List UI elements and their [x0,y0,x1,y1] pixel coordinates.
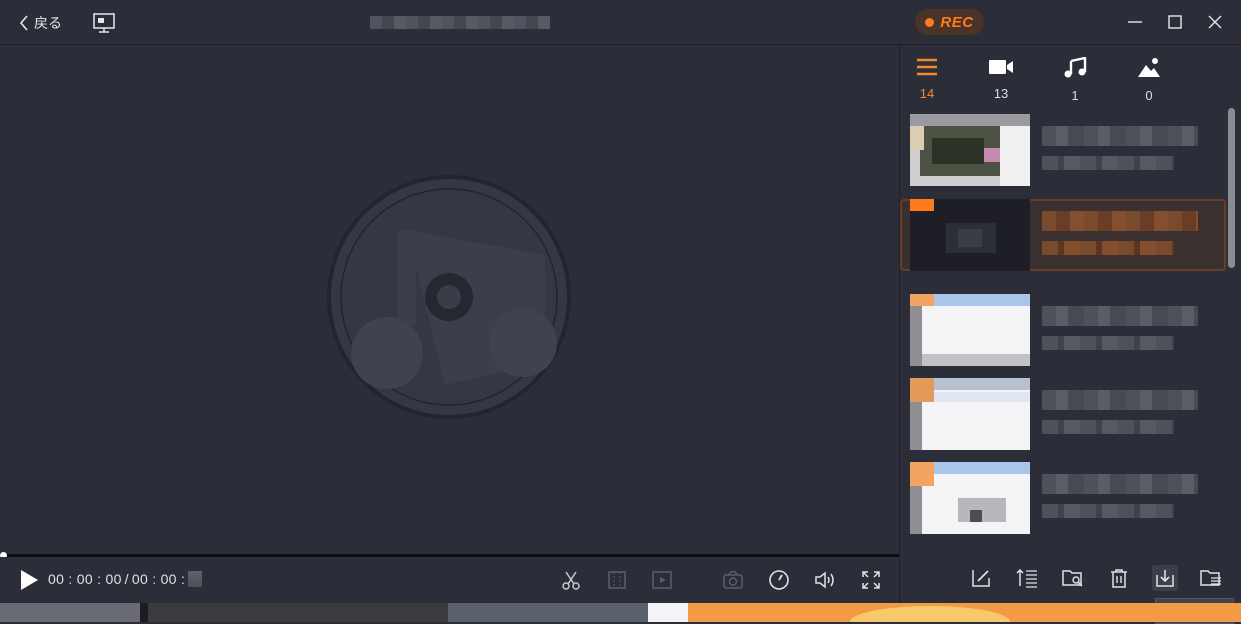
total-time-redacted [188,571,203,587]
tab-all[interactable]: 14 [907,57,947,101]
record-dot-icon [925,17,935,27]
tab-video-count: 13 [993,86,1009,101]
video-camera-icon [989,60,1013,74]
item-title-redacted [1042,474,1198,494]
crop-icon [608,571,626,589]
item-thumbnail [910,462,1030,534]
minimize-button[interactable] [1122,10,1148,34]
tab-audio-count: 1 [1071,88,1079,103]
import-icon [1156,570,1174,587]
list-item[interactable] [910,114,1220,186]
time-separator: / [124,571,129,587]
back-button[interactable]: 戻る [18,12,62,34]
background-desktop [0,603,1241,622]
edit-icon [972,570,990,587]
cut-button[interactable] [558,567,584,593]
chevron-left-icon [19,15,28,31]
folder-list-icon [1200,570,1221,586]
speedometer-icon [769,570,789,590]
scissors-icon [562,571,580,590]
import-button[interactable] [1152,565,1178,591]
minimize-icon [1128,21,1142,23]
item-thumbnail [910,114,1030,186]
item-meta-redacted [1042,420,1174,434]
crop-button[interactable] [604,567,630,593]
image-icon [1138,58,1160,77]
tab-image-count: 0 [1145,88,1153,103]
tab-all-count: 14 [919,86,935,101]
total-time: 00 : 00 : [131,571,186,587]
item-title-redacted [1042,126,1198,146]
speed-button[interactable] [766,567,792,593]
list-scrollbar[interactable] [1228,108,1235,268]
music-disc-placeholder-icon [327,175,571,419]
fullscreen-icon [862,571,880,589]
maximize-button[interactable] [1162,10,1188,34]
list-item[interactable] [910,294,1220,366]
delete-button[interactable] [1106,565,1132,591]
tab-audio[interactable]: 1 [1055,56,1095,103]
item-meta-redacted [1042,336,1174,350]
volume-button[interactable] [812,567,838,593]
item-title-redacted [1042,306,1198,326]
sort-button[interactable] [1014,565,1040,591]
tab-image[interactable]: 0 [1129,57,1169,103]
title-bar: 戻る REC [0,0,1241,45]
item-thumbnail [910,294,1030,366]
item-thumbnail [910,378,1030,450]
play-icon[interactable] [18,568,40,592]
rec-label: REC [940,13,974,31]
trash-icon [1111,569,1127,588]
item-title-redacted [1042,211,1198,231]
list-icon [917,58,937,76]
preview-clip-button[interactable] [650,567,676,593]
speaker-icon [815,571,834,589]
timecode: 00 : 00 : 00 / 00 : 00 : [48,571,203,587]
folder-search-icon [1062,570,1083,587]
monitor-icon[interactable] [92,12,116,34]
fullscreen-button[interactable] [858,567,884,593]
item-meta-redacted [1042,156,1174,170]
sort-icon [1016,568,1037,588]
item-thumbnail [910,199,1030,271]
rec-button[interactable]: REC [915,9,984,35]
screenshot-button[interactable] [720,567,746,593]
camera-icon [723,571,743,589]
back-label: 戻る [34,15,62,31]
music-note-icon [1064,56,1087,78]
list-item[interactable] [910,378,1220,450]
list-item[interactable] [910,462,1220,534]
item-meta-redacted [1042,504,1174,518]
list-item-selected[interactable] [900,199,1226,271]
media-library-panel: 14 13 1 0 [900,45,1241,603]
close-button[interactable] [1202,10,1228,34]
play-frame-icon [652,571,672,589]
tab-video[interactable]: 13 [981,57,1021,101]
video-preview-area[interactable] [0,45,899,555]
folder-list-button[interactable] [1198,565,1224,591]
close-icon [1208,15,1222,29]
window-title-redacted [370,16,550,29]
folder-search-button[interactable] [1060,565,1086,591]
item-meta-redacted [1042,241,1174,255]
maximize-icon [1168,15,1182,29]
playback-controls: 00 : 00 : 00 / 00 : 00 : [0,557,899,603]
edit-button[interactable] [968,565,994,591]
current-time: 00 : 00 : 00 [48,571,122,587]
item-title-redacted [1042,390,1198,410]
